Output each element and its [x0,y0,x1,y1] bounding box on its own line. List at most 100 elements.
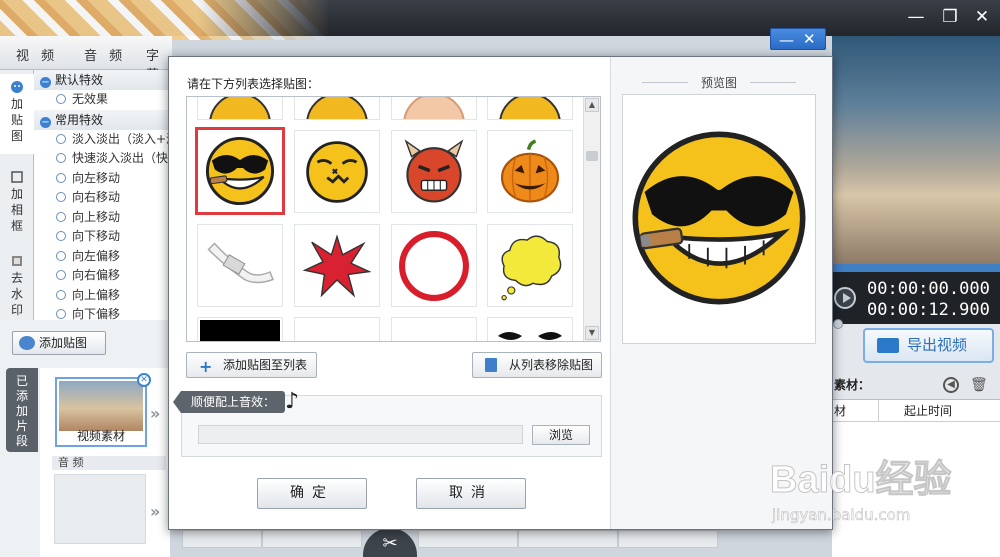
sticker-cell[interactable] [197,97,283,120]
video-preview [832,36,1000,264]
timeline-button[interactable] [418,530,518,548]
back-icon[interactable]: ◀ [943,377,959,393]
cancel-button[interactable]: 取消 [416,478,526,509]
sticker-cell[interactable] [391,97,477,120]
remove-sticker-from-list-button[interactable]: 从列表移除贴图 [472,352,602,378]
frame-icon [11,171,23,183]
sticker-cell[interactable] [487,130,573,213]
audio-clip-slot[interactable] [54,474,146,544]
effect-item[interactable]: 淡入淡出（淡入+淡 [34,130,174,150]
timeline-button[interactable] [618,530,718,548]
radio-icon [56,309,66,319]
scroll-thumb[interactable] [586,151,598,161]
tab-audio[interactable]: 音 频 [84,45,126,64]
banner-pattern [0,0,330,40]
sticker-cell[interactable] [294,224,380,307]
ok-button[interactable]: 确定 [257,478,367,509]
scissors-icon[interactable]: ✂ [363,528,417,557]
maximize-icon[interactable]: ❐ [940,8,960,26]
next-arrow-icon: » [150,404,161,423]
effects-list: − 默认特效 无效果 − 常用特效 淡入淡出（淡入+淡 快速淡入淡出（快 向左移动 … [34,70,174,320]
radio-icon [56,289,66,300]
sticker-icon [11,81,23,93]
red-ring-icon [399,230,469,301]
side-tab-remove-watermark[interactable]: 去水印 [0,250,34,318]
export-icon [877,338,899,353]
sticker-cell[interactable] [487,97,573,120]
dialog-instruction: 请在下方列表选择贴图： [187,77,320,91]
scroll-down-icon[interactable]: ▼ [585,326,599,340]
browse-button[interactable]: 浏览 [532,425,590,445]
minimize-icon[interactable]: — [906,8,926,26]
radio-icon [56,250,66,261]
effect-item[interactable]: 向上偏移 [34,286,174,306]
sticker-dialog: 请在下方列表选择贴图： ▲ ▼ + 添加贴图至列表 从列表移除贴图 顺便配上音效… [168,56,833,530]
grid-scrollbar[interactable]: ▲ ▼ [583,97,600,341]
black-bar-icon [200,320,280,341]
volume-knob[interactable] [833,319,843,329]
effect-item[interactable]: 向左偏移 [34,247,174,267]
close-icon[interactable]: ✕ [972,8,992,26]
pumpkin-icon [500,139,560,202]
dialog-window-controls: — ✕ [770,28,826,50]
column-divider [878,400,879,422]
baidu-watermark: Baidu经验 jingyan.baidu.com [770,448,1000,548]
scrub-bar[interactable] [832,264,1000,272]
timecode-current: 00:00:00.000 [867,279,990,299]
add-sticker-to-list-button[interactable]: + 添加贴图至列表 [186,352,317,378]
video-clip[interactable]: 视频素材 [55,377,147,447]
export-video-button[interactable]: 导出视频 [863,328,994,363]
next-arrow-icon: » [150,502,161,521]
effect-item[interactable]: 向左移动 [34,169,174,189]
effect-group-common[interactable]: − 常用特效 [34,109,174,130]
effect-item[interactable]: 向右偏移 [34,266,174,286]
added-clips-tab[interactable]: 已添加片段 [6,368,38,452]
timeline-button[interactable] [518,530,618,548]
column-material: 材 [834,404,847,418]
radio-icon [56,172,66,183]
effect-item[interactable]: 无效果 [34,90,174,110]
close-icon[interactable]: ✕ [803,30,816,48]
sticker-cell[interactable] [391,130,477,213]
red-burst-icon [302,233,372,298]
smiley-icon [499,97,561,119]
sound-file-input[interactable] [198,425,523,444]
trash-icon [485,358,497,372]
radio-icon [56,94,66,104]
sticker-cell[interactable] [487,317,573,341]
effect-item[interactable]: 向下偏移 [34,305,174,320]
minimize-icon[interactable]: — [779,31,794,49]
music-note-icon: ♪ [285,389,300,414]
sound-effect-tag: 顺便配上音效： [172,391,286,413]
clip-remove-icon[interactable]: ✕ [137,373,151,387]
tab-video[interactable]: 视 频 [16,45,58,64]
effect-item[interactable]: 向下移动 [34,227,174,247]
sticker-cell[interactable] [197,224,283,307]
timeline-button[interactable] [182,530,262,548]
effect-group-default[interactable]: − 默认特效 [34,70,174,90]
play-icon[interactable] [834,287,856,309]
side-tab-add-frame[interactable]: 加相框 [0,166,34,242]
collapse-icon: − [40,77,51,88]
sticker-cell[interactable] [294,130,380,213]
sticker-cell[interactable] [391,224,477,307]
cool-smiley-preview-icon [632,131,806,305]
watermark-icon [12,256,22,266]
collapse-icon: − [40,116,51,128]
sticker-cell[interactable] [294,97,380,120]
sticker-cell[interactable] [197,317,283,341]
sticker-cell[interactable] [487,224,573,307]
sticker-cell[interactable] [391,317,477,341]
trash-icon[interactable]: 🗑 [970,377,988,393]
add-sticker-button[interactable]: 添加贴图 [12,331,106,355]
timeline-button[interactable] [262,530,362,548]
side-tab-add-sticker[interactable]: 加贴图 [0,74,34,154]
effect-item[interactable]: 快速淡入淡出（快 [34,149,174,169]
effect-item[interactable]: 向右移动 [34,188,174,208]
radio-icon [56,153,66,163]
scroll-up-icon[interactable]: ▲ [585,98,599,112]
radio-icon [56,192,66,202]
sticker-cell-selected[interactable] [195,127,285,215]
effect-item[interactable]: 向上移动 [34,208,174,228]
sticker-cell[interactable] [294,317,380,341]
